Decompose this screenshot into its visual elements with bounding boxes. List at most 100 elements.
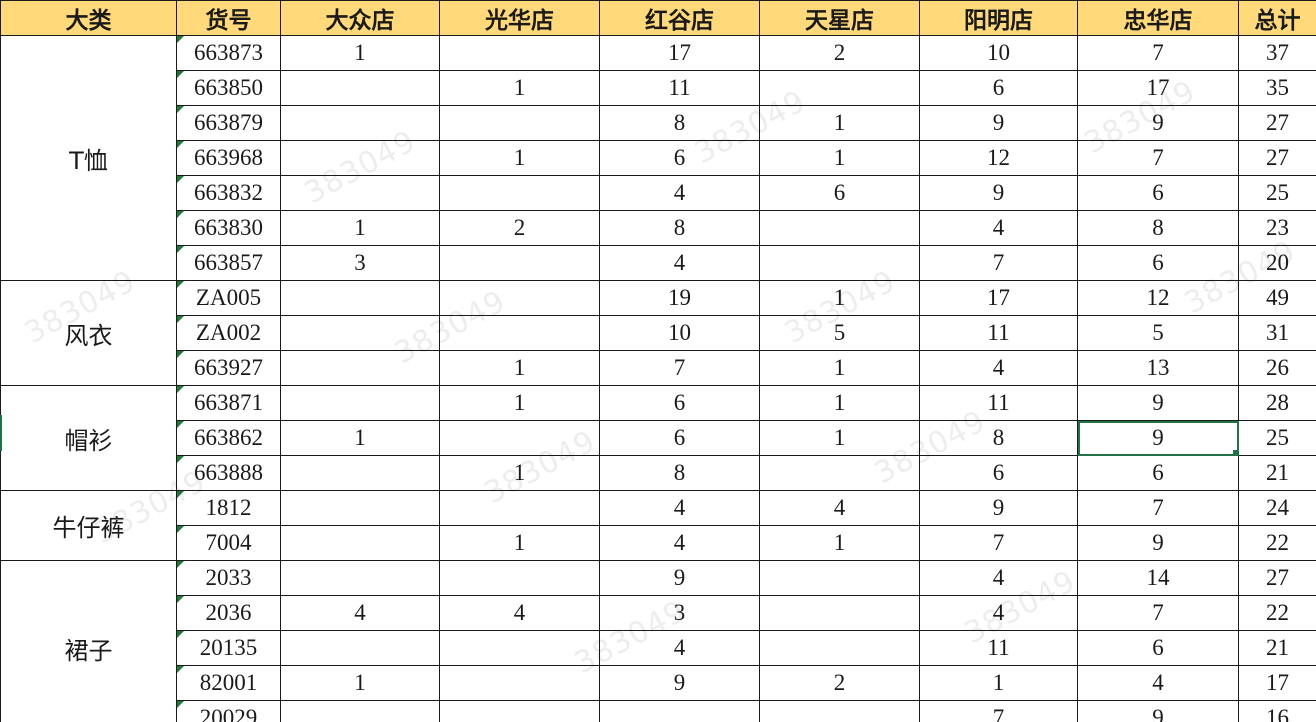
quantity-cell[interactable] — [280, 700, 440, 722]
quantity-cell[interactable]: 2 — [439, 210, 600, 246]
total-cell[interactable]: 25 — [1238, 420, 1316, 456]
quantity-cell[interactable]: 9 — [599, 665, 760, 701]
quantity-cell[interactable]: 6 — [1077, 455, 1239, 491]
quantity-cell[interactable] — [280, 105, 440, 141]
quantity-cell[interactable]: 14 — [1077, 560, 1239, 596]
quantity-cell[interactable] — [439, 560, 600, 596]
total-cell[interactable]: 26 — [1238, 350, 1316, 386]
quantity-cell[interactable]: 6 — [599, 140, 760, 176]
quantity-cell[interactable]: 7 — [919, 245, 1078, 281]
quantity-cell[interactable] — [759, 630, 920, 666]
quantity-cell[interactable]: 7 — [1077, 595, 1239, 631]
quantity-cell[interactable]: 1 — [439, 385, 600, 421]
quantity-cell[interactable]: 1 — [439, 140, 600, 176]
quantity-cell[interactable]: 9 — [1077, 420, 1239, 456]
quantity-cell[interactable]: 7 — [1077, 140, 1239, 176]
quantity-cell[interactable]: 3 — [599, 595, 760, 631]
quantity-cell[interactable]: 17 — [919, 280, 1078, 316]
item-code-cell[interactable]: 2033 — [176, 560, 281, 596]
category-cell[interactable]: 帽衫 — [0, 385, 177, 491]
quantity-cell[interactable] — [599, 700, 760, 722]
quantity-cell[interactable] — [280, 140, 440, 176]
quantity-cell[interactable]: 9 — [1077, 700, 1239, 722]
quantity-cell[interactable]: 4 — [1077, 665, 1239, 701]
quantity-cell[interactable]: 1 — [759, 525, 920, 561]
quantity-cell[interactable]: 1 — [439, 70, 600, 106]
quantity-cell[interactable]: 9 — [919, 490, 1078, 526]
item-code-cell[interactable]: 663830 — [176, 210, 281, 246]
quantity-cell[interactable]: 6 — [1077, 245, 1239, 281]
quantity-cell[interactable]: 10 — [919, 35, 1078, 71]
quantity-cell[interactable]: 7 — [1077, 490, 1239, 526]
col-header-total[interactable]: 总计 — [1238, 0, 1316, 36]
quantity-cell[interactable] — [280, 490, 440, 526]
quantity-cell[interactable]: 4 — [599, 525, 760, 561]
col-header-store-zhonghua[interactable]: 忠华店 — [1077, 0, 1239, 36]
quantity-cell[interactable] — [759, 70, 920, 106]
quantity-cell[interactable]: 12 — [1077, 280, 1239, 316]
total-cell[interactable]: 27 — [1238, 140, 1316, 176]
quantity-cell[interactable]: 8 — [599, 105, 760, 141]
quantity-cell[interactable]: 1 — [439, 525, 600, 561]
quantity-cell[interactable] — [280, 560, 440, 596]
quantity-cell[interactable]: 1 — [439, 455, 600, 491]
quantity-cell[interactable]: 1 — [439, 350, 600, 386]
quantity-cell[interactable]: 11 — [919, 385, 1078, 421]
quantity-cell[interactable]: 4 — [439, 595, 600, 631]
quantity-cell[interactable]: 13 — [1077, 350, 1239, 386]
quantity-cell[interactable]: 9 — [599, 560, 760, 596]
quantity-cell[interactable] — [439, 420, 600, 456]
item-code-cell[interactable]: 663857 — [176, 245, 281, 281]
quantity-cell[interactable]: 6 — [1077, 630, 1239, 666]
quantity-cell[interactable]: 9 — [1077, 525, 1239, 561]
total-cell[interactable]: 25 — [1238, 175, 1316, 211]
quantity-cell[interactable]: 2 — [759, 665, 920, 701]
col-header-store-tianxing[interactable]: 天星店 — [759, 0, 920, 36]
item-code-cell[interactable]: 663862 — [176, 420, 281, 456]
quantity-cell[interactable]: 4 — [919, 560, 1078, 596]
total-cell[interactable]: 35 — [1238, 70, 1316, 106]
quantity-cell[interactable]: 1 — [759, 385, 920, 421]
quantity-cell[interactable] — [439, 665, 600, 701]
quantity-cell[interactable] — [280, 315, 440, 351]
quantity-cell[interactable]: 11 — [919, 315, 1078, 351]
quantity-cell[interactable]: 11 — [599, 70, 760, 106]
item-code-cell[interactable]: 1812 — [176, 490, 281, 526]
quantity-cell[interactable]: 1 — [759, 350, 920, 386]
quantity-cell[interactable]: 9 — [1077, 105, 1239, 141]
col-header-category[interactable]: 大类 — [0, 0, 177, 36]
quantity-cell[interactable] — [439, 105, 600, 141]
quantity-cell[interactable] — [280, 70, 440, 106]
quantity-cell[interactable] — [280, 525, 440, 561]
quantity-cell[interactable]: 1 — [280, 35, 440, 71]
total-cell[interactable]: 21 — [1238, 455, 1316, 491]
quantity-cell[interactable]: 4 — [919, 595, 1078, 631]
quantity-cell[interactable]: 7 — [919, 700, 1078, 722]
quantity-cell[interactable]: 4 — [280, 595, 440, 631]
quantity-cell[interactable] — [280, 385, 440, 421]
col-header-code[interactable]: 货号 — [176, 0, 281, 36]
quantity-cell[interactable] — [280, 630, 440, 666]
col-header-store-honggu[interactable]: 红谷店 — [599, 0, 760, 36]
quantity-cell[interactable]: 12 — [919, 140, 1078, 176]
quantity-cell[interactable]: 9 — [919, 105, 1078, 141]
quantity-cell[interactable]: 11 — [919, 630, 1078, 666]
item-code-cell[interactable]: 2036 — [176, 595, 281, 631]
quantity-cell[interactable] — [280, 455, 440, 491]
quantity-cell[interactable]: 4 — [599, 490, 760, 526]
item-code-cell[interactable]: 663968 — [176, 140, 281, 176]
item-code-cell[interactable]: 663871 — [176, 385, 281, 421]
quantity-cell[interactable] — [759, 210, 920, 246]
item-code-cell[interactable]: 663832 — [176, 175, 281, 211]
category-cell[interactable]: 裙子 — [0, 560, 177, 722]
total-cell[interactable]: 31 — [1238, 315, 1316, 351]
quantity-cell[interactable] — [280, 350, 440, 386]
quantity-cell[interactable]: 19 — [599, 280, 760, 316]
total-cell[interactable]: 22 — [1238, 525, 1316, 561]
quantity-cell[interactable]: 8 — [919, 420, 1078, 456]
total-cell[interactable]: 16 — [1238, 700, 1316, 722]
quantity-cell[interactable] — [280, 175, 440, 211]
quantity-cell[interactable]: 17 — [599, 35, 760, 71]
col-header-store-dazhong[interactable]: 大众店 — [280, 0, 440, 36]
quantity-cell[interactable] — [759, 595, 920, 631]
